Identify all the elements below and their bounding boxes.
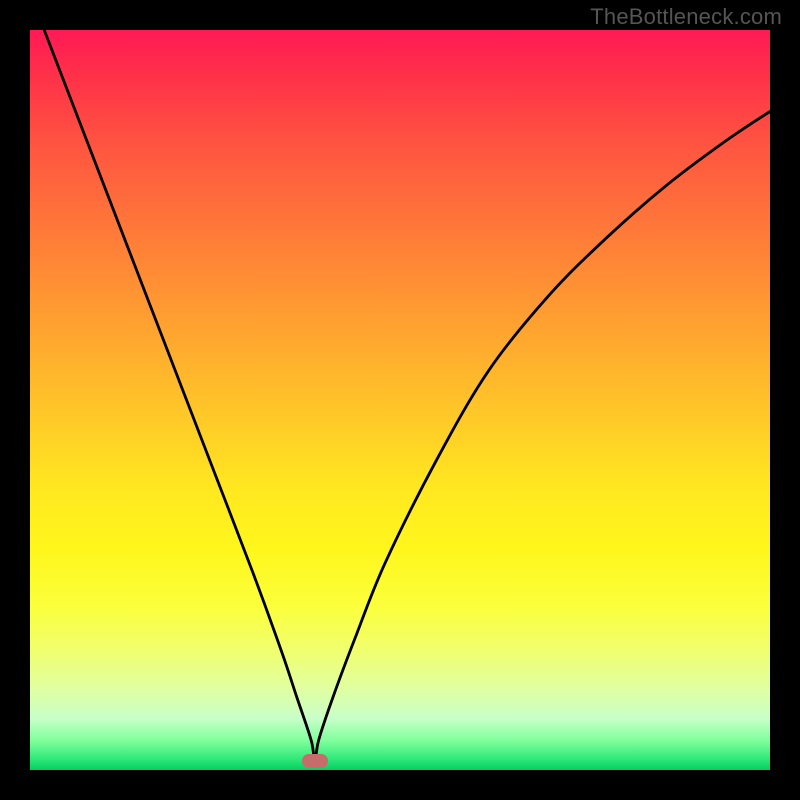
bottleneck-curve-path — [30, 30, 770, 763]
watermark-text: TheBottleneck.com — [590, 4, 782, 30]
curve-svg — [30, 30, 770, 770]
plot-area — [30, 30, 770, 770]
minimum-marker — [302, 754, 328, 768]
